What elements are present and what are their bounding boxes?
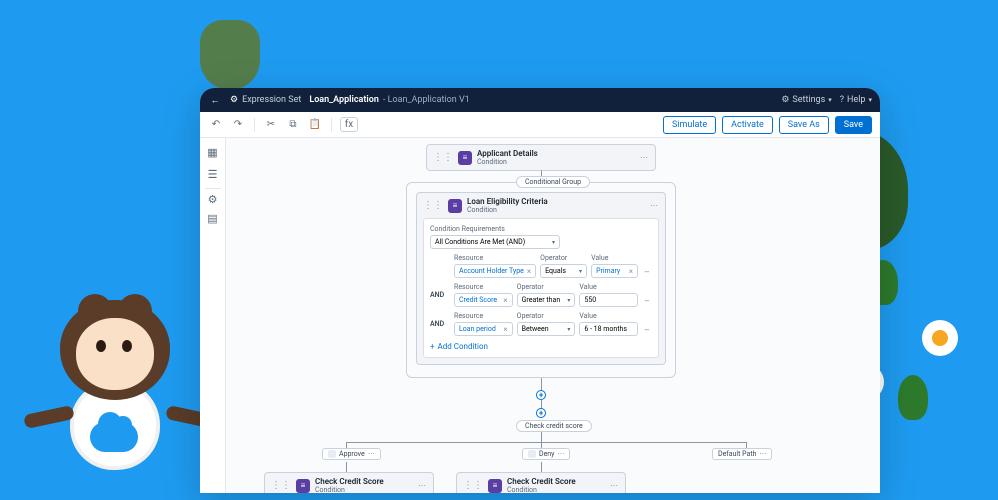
- activate-button[interactable]: Activate: [722, 116, 773, 134]
- branch-more-button[interactable]: ⋯: [557, 450, 564, 458]
- clear-icon[interactable]: ×: [503, 325, 507, 334]
- branch-default[interactable]: Default Path ⋯: [712, 448, 772, 460]
- drag-handle-icon[interactable]: ⋮⋮: [433, 152, 453, 163]
- branch-icon: [528, 450, 536, 458]
- clear-icon[interactable]: ×: [503, 296, 507, 305]
- plus-icon: +: [430, 342, 435, 351]
- node-more-button[interactable]: ⋯: [418, 481, 427, 490]
- condition-icon: ≡: [296, 479, 310, 493]
- app-window: ← ⚙ Expression Set Loan_Application - Lo…: [200, 88, 880, 493]
- node-title: Loan Eligibility Criteria: [467, 197, 548, 206]
- left-rail: ▦ ☰ ⚙ ▤: [200, 138, 226, 493]
- connector: [346, 442, 746, 443]
- node-loan-eligibility[interactable]: ⋮⋮ ≡ Loan Eligibility Criteria Condition…: [416, 192, 666, 365]
- add-node-button[interactable]: +: [536, 390, 546, 400]
- redo-button[interactable]: ↷: [230, 117, 246, 133]
- gear-icon: ⚙: [781, 95, 789, 105]
- help-menu[interactable]: ? Help ▾: [840, 95, 872, 105]
- formula-button[interactable]: fx: [340, 117, 358, 132]
- node-more-button[interactable]: ⋯: [610, 481, 619, 490]
- condition-row: Resource Account Holder Type × Operator …: [430, 254, 652, 278]
- branch-deny[interactable]: Deny ⋯: [522, 448, 570, 460]
- node-check-credit-left[interactable]: ⋮⋮ ≡ Check Credit Score Condition ⋯: [264, 472, 434, 493]
- value-input[interactable]: Primary ×: [591, 264, 638, 278]
- cut-button[interactable]: ✂: [263, 117, 279, 133]
- drag-handle-icon[interactable]: ⋮⋮: [271, 480, 291, 491]
- node-type: Condition: [315, 486, 384, 493]
- condition-icon: ≡: [448, 199, 462, 213]
- node-more-button[interactable]: ⋯: [650, 201, 659, 210]
- elements-panel-button[interactable]: ▦: [205, 144, 221, 160]
- connector: [346, 462, 347, 472]
- save-as-button[interactable]: Save As: [779, 116, 829, 134]
- copy-button[interactable]: ⧉: [285, 117, 301, 133]
- remove-condition-button[interactable]: –: [642, 297, 652, 307]
- branch-approve[interactable]: Approve ⋯: [322, 448, 381, 460]
- decision-label: Check credit score: [516, 420, 592, 432]
- condition-row: AND Resource Loan period × Operator Betw: [430, 312, 652, 336]
- node-title: Applicant Details: [477, 149, 538, 158]
- chevron-down-icon: ▾: [828, 96, 832, 104]
- condition-icon: ≡: [458, 151, 472, 165]
- drag-handle-icon[interactable]: ⋮⋮: [423, 200, 443, 211]
- app-label: Expression Set: [242, 95, 301, 105]
- branch-more-button[interactable]: ⋯: [759, 450, 766, 458]
- chevron-down-icon: ▾: [552, 239, 555, 246]
- titlebar: ← ⚙ Expression Set Loan_Application - Lo…: [200, 88, 880, 112]
- back-button[interactable]: ←: [208, 95, 222, 106]
- remove-condition-button[interactable]: –: [642, 326, 652, 336]
- requirements-label: Condition Requirements: [430, 225, 652, 233]
- resources-panel-button[interactable]: ⚙: [205, 188, 221, 204]
- node-type: Condition: [467, 206, 548, 214]
- branch-more-button[interactable]: ⋯: [368, 450, 375, 458]
- layers-panel-button[interactable]: ☰: [205, 166, 221, 182]
- node-title: Check Credit Score: [315, 477, 384, 486]
- mascot-astro: [30, 290, 210, 490]
- save-button[interactable]: Save: [835, 116, 872, 134]
- requirements-select[interactable]: All Conditions Are Met (AND) ▾: [430, 235, 560, 249]
- node-title: Check Credit Score: [507, 477, 576, 486]
- operator-select[interactable]: Between▾: [517, 322, 576, 336]
- connector: [541, 462, 542, 472]
- join-label: AND: [430, 320, 450, 328]
- resource-input[interactable]: Loan period ×: [454, 322, 513, 336]
- toolbar: ↶ ↷ ✂ ⧉ 📋 fx Simulate Activate Save As S…: [200, 112, 880, 138]
- join-label: AND: [430, 291, 450, 299]
- chevron-down-icon: ▾: [868, 96, 872, 104]
- record-version: - Loan_Application V1: [383, 95, 470, 105]
- simulate-button[interactable]: Simulate: [663, 116, 716, 134]
- add-condition-button[interactable]: + Add Condition: [430, 342, 652, 351]
- group-label: Conditional Group: [516, 176, 590, 188]
- condition-icon: ≡: [488, 479, 502, 493]
- clear-icon[interactable]: ×: [527, 267, 531, 276]
- help-icon: ?: [840, 95, 844, 105]
- branch-icon: [328, 450, 336, 458]
- resource-input[interactable]: Credit Score ×: [454, 293, 513, 307]
- record-name[interactable]: Loan_Application: [309, 95, 379, 105]
- operator-select[interactable]: Equals▾: [540, 264, 587, 278]
- undo-button[interactable]: ↶: [208, 117, 224, 133]
- drag-handle-icon[interactable]: ⋮⋮: [463, 480, 483, 491]
- node-applicant-details[interactable]: ⋮⋮ ≡ Applicant Details Condition ⋯: [426, 144, 656, 171]
- operator-select[interactable]: Greater than▾: [517, 293, 576, 307]
- canvas[interactable]: ⋮⋮ ≡ Applicant Details Condition ⋯ Condi…: [226, 138, 880, 493]
- remove-condition-button[interactable]: –: [642, 268, 652, 278]
- node-type: Condition: [507, 486, 576, 493]
- automation-icon: ⚙: [230, 95, 238, 105]
- node-more-button[interactable]: ⋯: [640, 153, 649, 162]
- add-node-button[interactable]: +: [536, 408, 546, 418]
- value-input[interactable]: 6 - 18 months: [579, 322, 638, 336]
- settings-menu[interactable]: ⚙ Settings ▾: [781, 95, 831, 105]
- decorative-leaf: [200, 20, 260, 90]
- clear-icon[interactable]: ×: [629, 267, 633, 276]
- node-type: Condition: [477, 158, 538, 166]
- resource-input[interactable]: Account Holder Type ×: [454, 264, 536, 278]
- templates-panel-button[interactable]: ▤: [205, 210, 221, 226]
- condition-row: AND Resource Credit Score × Operator Gre: [430, 283, 652, 307]
- node-check-credit-mid[interactable]: ⋮⋮ ≡ Check Credit Score Condition ⋯: [456, 472, 626, 493]
- paste-button[interactable]: 📋: [307, 117, 323, 133]
- connector: [541, 432, 542, 442]
- value-input[interactable]: 550: [579, 293, 638, 307]
